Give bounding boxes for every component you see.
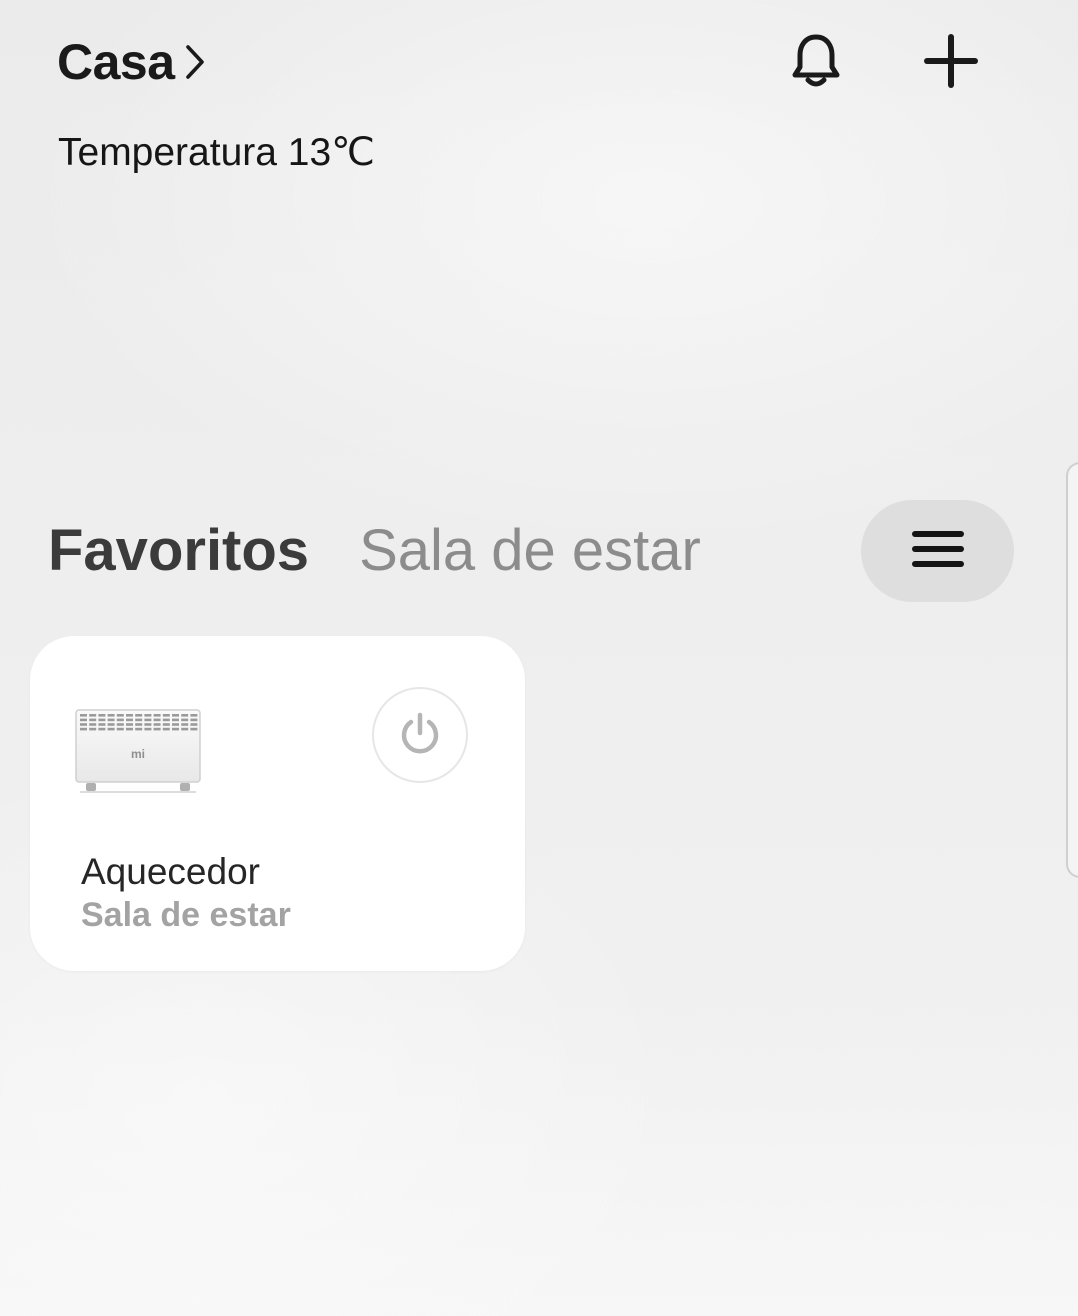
heater-vent-slot	[107, 727, 115, 731]
heater-vent-slot	[190, 718, 198, 722]
heater-vent-slot	[153, 718, 161, 722]
heater-vent-slot	[126, 718, 133, 722]
rooms-menu-button[interactable]	[861, 500, 1014, 602]
heater-vent-slot	[172, 723, 179, 726]
heater-vent-slot	[153, 723, 161, 726]
heater-vent-slot	[107, 714, 115, 717]
heater-vent-slot	[172, 718, 179, 722]
heater-vent-slot	[153, 714, 161, 717]
heater-vent-slot	[135, 714, 143, 717]
home-selector[interactable]: Casa	[57, 32, 205, 92]
room-tabs: Favoritos Sala de estar	[48, 518, 701, 584]
device-card[interactable]: mi Aquecedor Sala de estar	[30, 636, 525, 971]
heater-vent-slot	[89, 723, 97, 726]
side-panel-handle[interactable]	[1066, 462, 1078, 878]
heater-vent-slot	[190, 714, 198, 717]
heater-vent-slot	[190, 727, 198, 731]
heater-vent-slot	[126, 714, 133, 717]
heater-vent-slot	[107, 723, 115, 726]
heater-vent-slot	[98, 714, 106, 717]
heater-vent-slot	[162, 723, 170, 726]
notifications-button[interactable]	[776, 23, 856, 103]
heater-vent-slot	[80, 727, 87, 731]
heater-vent-slot	[172, 727, 179, 731]
heater-vent-slot	[107, 718, 115, 722]
heater-vent-slot	[116, 727, 124, 731]
power-toggle-button[interactable]	[372, 687, 468, 783]
add-device-button[interactable]	[911, 23, 991, 103]
heater-vent-slot	[162, 718, 170, 722]
temperature-label: Temperatura 13℃	[58, 131, 375, 174]
heater-vent-slot	[144, 723, 152, 726]
heater-icon: mi	[74, 706, 202, 796]
heater-vent-slot	[126, 723, 133, 726]
device-logo-text: mi	[131, 747, 145, 761]
heater-vent-slot	[80, 723, 87, 726]
bell-icon	[790, 32, 842, 95]
heater-vent-slot	[181, 727, 189, 731]
tab-sala-de-estar[interactable]: Sala de estar	[359, 518, 701, 584]
heater-vent-slot	[89, 718, 97, 722]
heater-vent-slot	[116, 718, 124, 722]
heater-vent-slot	[80, 718, 87, 722]
heater-vent-slot	[153, 727, 161, 731]
heater-vent-slot	[162, 714, 170, 717]
heater-vent-slot	[190, 723, 198, 726]
plus-icon	[924, 33, 978, 93]
heater-vent-slot	[144, 714, 152, 717]
heater-vent-slot	[89, 727, 97, 731]
heater-vent-slot	[98, 718, 106, 722]
heater-vent-slot	[98, 727, 106, 731]
heater-vent-slot	[181, 718, 189, 722]
heater-vent-slot	[89, 714, 97, 717]
heater-vent-slot	[116, 723, 124, 726]
heater-vent-slot	[135, 718, 143, 722]
heater-vent-slot	[144, 727, 152, 731]
hamburger-menu-icon	[911, 529, 964, 574]
heater-vent-slot	[135, 723, 143, 726]
device-name: Aquecedor	[81, 851, 260, 892]
heater-vent-slot	[135, 727, 143, 731]
chevron-right-icon	[185, 44, 205, 80]
heater-vent-slot	[181, 714, 189, 717]
tab-favoritos[interactable]: Favoritos	[48, 518, 309, 584]
heater-vent-slot	[80, 714, 87, 717]
device-room: Sala de estar	[81, 896, 291, 934]
heater-vent-slot	[98, 723, 106, 726]
heater-vent-slot	[126, 727, 133, 731]
heater-vent-slot	[162, 727, 170, 731]
heater-vent-slot	[144, 718, 152, 722]
power-icon	[396, 709, 444, 762]
heater-vent-slot	[172, 714, 179, 717]
heater-vent-slot	[181, 723, 189, 726]
home-name: Casa	[57, 34, 175, 90]
heater-vent-slot	[116, 714, 124, 717]
